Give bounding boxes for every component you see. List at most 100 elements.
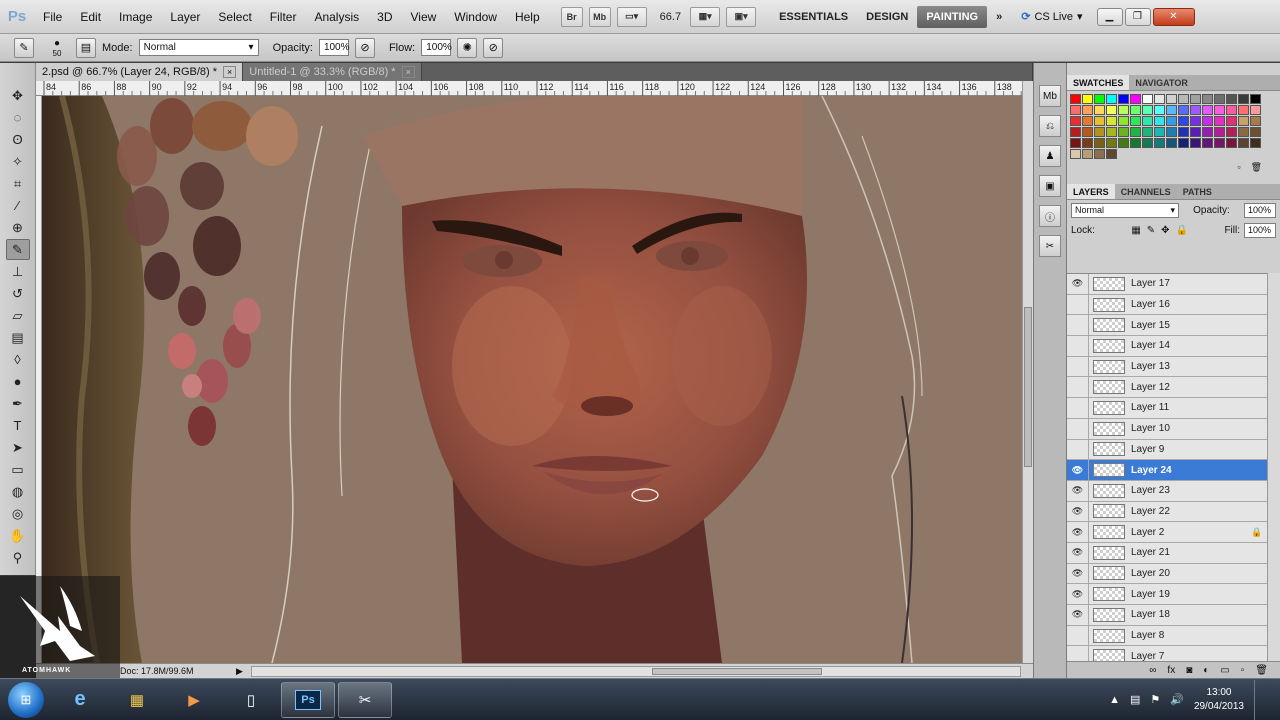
taskbar-document[interactable]: ▯	[224, 682, 278, 718]
menu-help[interactable]: Help	[506, 0, 549, 34]
tab-navigator[interactable]: NAVIGATOR	[1129, 75, 1194, 90]
close-icon[interactable]: ×	[223, 66, 237, 78]
color-swatch[interactable]	[1250, 94, 1261, 104]
color-swatch[interactable]	[1214, 116, 1225, 126]
visibility-toggle[interactable]	[1067, 377, 1089, 398]
zoom-tool-icon[interactable]: ⚲	[6, 547, 30, 568]
color-swatch[interactable]	[1082, 116, 1093, 126]
layer-row[interactable]: 👁 Layer 18	[1067, 604, 1267, 626]
menu-image[interactable]: Image	[110, 0, 161, 34]
minimize-button[interactable]: ▁	[1096, 7, 1123, 26]
color-swatch[interactable]	[1142, 127, 1153, 137]
color-swatch[interactable]	[1154, 127, 1165, 137]
color-swatch[interactable]	[1118, 116, 1129, 126]
color-swatch[interactable]	[1226, 94, 1237, 104]
eye-icon[interactable]: 👁	[1067, 501, 1089, 522]
color-swatch[interactable]	[1250, 127, 1261, 137]
brush-size-picker[interactable]: ● 50	[44, 38, 70, 58]
color-swatch[interactable]	[1178, 94, 1189, 104]
trash-icon[interactable]: 🗑	[1255, 665, 1268, 676]
start-button[interactable]: ⊞	[8, 681, 44, 718]
layer-row[interactable]: Layer 9	[1067, 439, 1267, 461]
pen-tool-icon[interactable]: ✒	[6, 393, 30, 414]
menu-analysis[interactable]: Analysis	[305, 0, 368, 34]
visibility-toggle[interactable]	[1067, 397, 1089, 418]
menu-filter[interactable]: Filter	[261, 0, 306, 34]
horizontal-scrollbar[interactable]	[250, 665, 1021, 677]
healing-brush-tool-icon[interactable]: ⊕	[6, 217, 30, 238]
menu-view[interactable]: View	[401, 0, 445, 34]
quick-select-tool-icon[interactable]: ✧	[6, 151, 30, 172]
color-swatch[interactable]	[1202, 116, 1213, 126]
color-swatch[interactable]	[1130, 138, 1141, 148]
color-swatch[interactable]	[1190, 138, 1201, 148]
more-workspaces-button[interactable]: »	[987, 6, 1011, 28]
vertical-scrollbar[interactable]	[1022, 81, 1033, 663]
layer-row[interactable]: Layer 12	[1067, 377, 1267, 399]
layer-row[interactable]: Layer 11	[1067, 397, 1267, 419]
layer-style-icon[interactable]: fx	[1167, 665, 1175, 676]
color-swatch[interactable]	[1190, 127, 1201, 137]
layer-row[interactable]: Layer 7	[1067, 646, 1267, 661]
layer-row[interactable]: 👁 Layer 2 🔒	[1067, 522, 1267, 543]
eye-icon[interactable]: 👁	[1067, 274, 1089, 294]
fill-input[interactable]: 100%	[1244, 223, 1276, 238]
menu-select[interactable]: Select	[209, 0, 260, 34]
color-swatch[interactable]	[1166, 105, 1177, 115]
color-swatch[interactable]	[1094, 149, 1105, 159]
lasso-tool-icon[interactable]: ʘ	[6, 129, 30, 150]
color-swatch[interactable]	[1070, 127, 1081, 137]
color-swatch[interactable]	[1202, 94, 1213, 104]
menu-window[interactable]: Window	[445, 0, 506, 34]
tab-layers[interactable]: LAYERS	[1067, 184, 1115, 199]
close-button[interactable]: ✕	[1152, 7, 1195, 26]
tool-presets-icon[interactable]: ✂	[1039, 235, 1061, 257]
brush-tool-icon[interactable]: ✎	[5, 239, 30, 260]
color-swatch[interactable]	[1094, 116, 1105, 126]
color-swatch[interactable]	[1082, 94, 1093, 104]
visibility-toggle[interactable]	[1067, 646, 1089, 661]
layer-mask-icon[interactable]: ◙	[1186, 665, 1192, 676]
color-swatch[interactable]	[1154, 116, 1165, 126]
color-swatch[interactable]	[1178, 116, 1189, 126]
taskbar-snipping-tool[interactable]: ✂	[338, 681, 392, 718]
status-menu-arrow-icon[interactable]: ▶	[236, 666, 243, 677]
visibility-toggle[interactable]	[1067, 439, 1089, 460]
color-swatch[interactable]	[1106, 105, 1117, 115]
eye-icon[interactable]: 👁	[1067, 563, 1089, 584]
color-swatch[interactable]	[1118, 94, 1129, 104]
layer-row[interactable]: Layer 15	[1067, 315, 1267, 337]
airbrush-icon[interactable]: ✺	[457, 37, 478, 58]
actions-icon[interactable]: ♟	[1039, 145, 1061, 167]
layer-row[interactable]: Layer 16	[1067, 294, 1267, 316]
color-swatch[interactable]	[1094, 127, 1105, 137]
restore-button[interactable]: ❐	[1124, 7, 1151, 26]
layer-row[interactable]: 👁 Layer 23	[1067, 480, 1267, 502]
color-swatch[interactable]	[1130, 94, 1141, 104]
path-select-tool-icon[interactable]: ➤	[6, 437, 30, 458]
color-swatch[interactable]	[1082, 149, 1093, 159]
link-layers-icon[interactable]: ∞	[1149, 665, 1156, 676]
color-swatch[interactable]	[1238, 138, 1249, 148]
show-hidden-icons-icon[interactable]: ▲	[1109, 694, 1120, 706]
layer-row[interactable]: 👁 Layer 22	[1067, 501, 1267, 523]
color-swatch[interactable]	[1226, 138, 1237, 148]
layer-row[interactable]: Layer 8	[1067, 625, 1267, 647]
color-swatch[interactable]	[1118, 105, 1129, 115]
new-layer-icon[interactable]: ▫	[1241, 665, 1245, 676]
color-swatch[interactable]	[1214, 94, 1225, 104]
tab-untitled-1[interactable]: Untitled-1 @ 33.3% (RGB/8) * ×	[243, 63, 422, 81]
view-extras-icon[interactable]: ▭▾	[616, 6, 647, 27]
color-swatch[interactable]	[1154, 105, 1165, 115]
taskbar-photoshop[interactable]: Ps	[281, 681, 335, 718]
color-swatch[interactable]	[1178, 127, 1189, 137]
eye-icon[interactable]: 👁	[1067, 604, 1089, 625]
dodge-tool-icon[interactable]: ●	[6, 371, 30, 392]
color-swatch[interactable]	[1094, 105, 1105, 115]
eye-icon[interactable]: 👁	[1067, 542, 1089, 563]
hand-tool-icon[interactable]: ✋	[6, 525, 30, 546]
eye-icon[interactable]: 👁	[1067, 460, 1089, 481]
visibility-toggle[interactable]	[1067, 294, 1089, 315]
color-swatch[interactable]	[1166, 127, 1177, 137]
blur-tool-icon[interactable]: ◊	[6, 349, 30, 370]
